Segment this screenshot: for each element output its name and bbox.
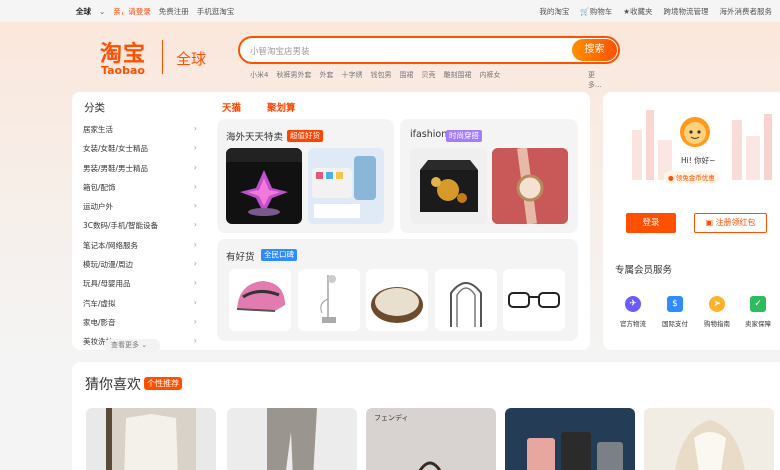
category-item[interactable]: 箱包/配饰 › [83, 182, 201, 201]
category-item[interactable]: 汽车/虚拟 › [83, 298, 201, 317]
taobao-logo[interactable]: 淘宝 Taobao 全球 [98, 36, 208, 80]
recommend-badge: 个性推荐 [144, 377, 182, 390]
hot-word[interactable]: 雕刻围裙 [443, 70, 471, 80]
watch-image[interactable] [492, 148, 568, 224]
helmet-image[interactable] [229, 269, 291, 331]
product-card[interactable] [86, 408, 216, 470]
product-card[interactable] [644, 408, 774, 470]
tab-tmall[interactable]: 天猫 [222, 100, 241, 114]
logo-divider [162, 40, 163, 74]
service-guide[interactable]: ➤ 购物指南 [700, 296, 734, 328]
chevron-right-icon: › [193, 259, 197, 269]
compass-icon: ➤ [709, 296, 725, 312]
chevron-right-icon: › [193, 162, 197, 172]
arch-image[interactable] [435, 269, 497, 331]
service-logistics[interactable]: ✈ 官方物流 [616, 296, 650, 328]
chevron-right-icon: › [193, 316, 197, 326]
product-card[interactable] [505, 408, 635, 470]
hot-word[interactable]: 钱包男 [370, 70, 391, 80]
chevron-right-icon: › [193, 220, 197, 230]
overseas-title: 海外天天特卖 [226, 132, 284, 143]
my-taobao-link[interactable]: 我的淘宝 [539, 6, 569, 17]
service-protection[interactable]: ✓ 卖家保障 [741, 296, 775, 328]
register-link[interactable]: 免费注册 [159, 6, 189, 17]
login-button[interactable]: 登录 [626, 213, 676, 233]
category-item[interactable]: 居家生活 › [83, 124, 201, 143]
chevron-right-icon: › [193, 124, 197, 133]
hot-word[interactable]: 小米4 [250, 70, 268, 80]
login-link[interactable]: 亲，请登录 [113, 6, 151, 17]
logistics-icon: ✈ [625, 296, 641, 312]
category-item[interactable]: 笔记本/网络服务 › [83, 240, 201, 259]
jewelry-box-image[interactable] [410, 148, 487, 224]
favorites-link[interactable]: 收藏夹 [630, 7, 653, 16]
chevron-right-icon: › [193, 297, 197, 307]
product-card[interactable] [227, 408, 357, 470]
coin-icon: ● [668, 174, 674, 182]
recommend-title: 猜你喜欢 [85, 377, 141, 393]
category-item[interactable]: 模玩/动漫/周边 › [83, 259, 201, 278]
category-item[interactable]: 运动户外 › [83, 201, 201, 220]
category-item[interactable]: 女装/女鞋/女士精品 › [83, 143, 201, 162]
category-item[interactable]: 玩具/母婴用品 › [83, 278, 201, 297]
hot-word[interactable]: 十字绣 [341, 70, 362, 80]
category-item[interactable]: 家电/影音 › [83, 317, 201, 336]
star-icon: ★ [623, 7, 630, 16]
tab-juhuasuan[interactable]: 聚划算 [267, 100, 296, 114]
category-item[interactable]: 3C数码/手机/智能设备 › [83, 220, 201, 239]
chevron-right-icon: › [193, 336, 197, 346]
chevron-down-icon: ⌄ [99, 7, 106, 16]
view-more-button[interactable]: 查看更多 ⌄ [104, 339, 160, 352]
logistics-link[interactable]: 跨境物流管理 [664, 6, 709, 17]
category-item[interactable]: 男装/男鞋/男士精品 › [83, 163, 201, 182]
hot-words: 小米4 秋裤男外套 外套 十字绣 钱包男 围裙 贝壳 雕刻围裙 内裤女 更多..… [250, 70, 602, 89]
search-input[interactable]: 小智淘宝店男装 [250, 45, 310, 57]
avatar[interactable] [680, 117, 710, 147]
logo-region: 全球 [176, 50, 207, 68]
chevron-right-icon: › [193, 239, 197, 249]
service-payment[interactable]: $ 国际支付 [658, 296, 692, 328]
red-packet-icon: ▣ [705, 218, 713, 227]
fashion-badge: 时尚穿搭 [446, 130, 482, 142]
crystal-lotus-image[interactable] [226, 148, 302, 224]
chevron-right-icon: › [193, 201, 197, 211]
hot-word[interactable]: 围裙 [399, 70, 413, 80]
register-button[interactable]: ▣ 注册领红包 [694, 213, 767, 233]
coupon-link[interactable]: ● 领免金币优惠 [664, 171, 719, 183]
hot-more-link[interactable]: 更多... [588, 70, 602, 90]
hot-word[interactable]: 秋裤男外套 [276, 70, 311, 80]
good-goods-title: 有好货 [226, 252, 255, 263]
shower-image[interactable] [298, 269, 360, 331]
paint-kit-image[interactable] [308, 148, 384, 224]
search-button[interactable]: 搜索 [572, 39, 617, 61]
category-list: 居家生活 › 女装/女鞋/女士精品 › 男装/男鞋/男士精品 › 箱包/配饰 › 运动户… [83, 124, 201, 356]
service-link[interactable]: 海外消费者服务 [720, 6, 773, 17]
good-goods-badge: 全民口碑 [261, 249, 297, 261]
search-box[interactable]: 小智淘宝店男装 搜索 [238, 36, 620, 64]
glasses-image[interactable] [503, 269, 565, 331]
logo-en: Taobao [101, 64, 145, 77]
payment-icon: $ [667, 296, 683, 312]
hot-word[interactable]: 贝壳 [421, 70, 435, 80]
cart-link[interactable]: 购物车 [590, 7, 613, 16]
hot-word[interactable]: 外套 [319, 70, 333, 80]
product-card[interactable]: フェンディ [366, 408, 496, 470]
greeting-text: Hi! 你好~ [681, 156, 716, 165]
overseas-badge: 超值好货 [287, 130, 323, 142]
region-selector[interactable]: 全球 [76, 6, 91, 17]
shield-icon: ✓ [750, 296, 766, 312]
top-bar: 全球 ⌄ 亲，请登录 免费注册 手机逛淘宝 我的淘宝 🛒购物车 ★收藏夹 跨境物… [0, 0, 780, 22]
mobile-link[interactable]: 手机逛淘宝 [197, 6, 235, 17]
fashion-title: ifashion [410, 129, 448, 140]
chevron-right-icon: › [193, 278, 197, 288]
hot-word[interactable]: 内裤女 [479, 70, 500, 80]
chevron-right-icon: › [193, 143, 197, 153]
category-title: 分类 [84, 102, 105, 114]
cart-icon: 🛒 [580, 7, 590, 16]
channel-tabs: 天猫 聚划算 [222, 100, 296, 114]
member-services-title: 专属会员服务 [615, 265, 673, 276]
rice-image[interactable] [366, 269, 428, 331]
chevron-right-icon: › [193, 181, 197, 191]
